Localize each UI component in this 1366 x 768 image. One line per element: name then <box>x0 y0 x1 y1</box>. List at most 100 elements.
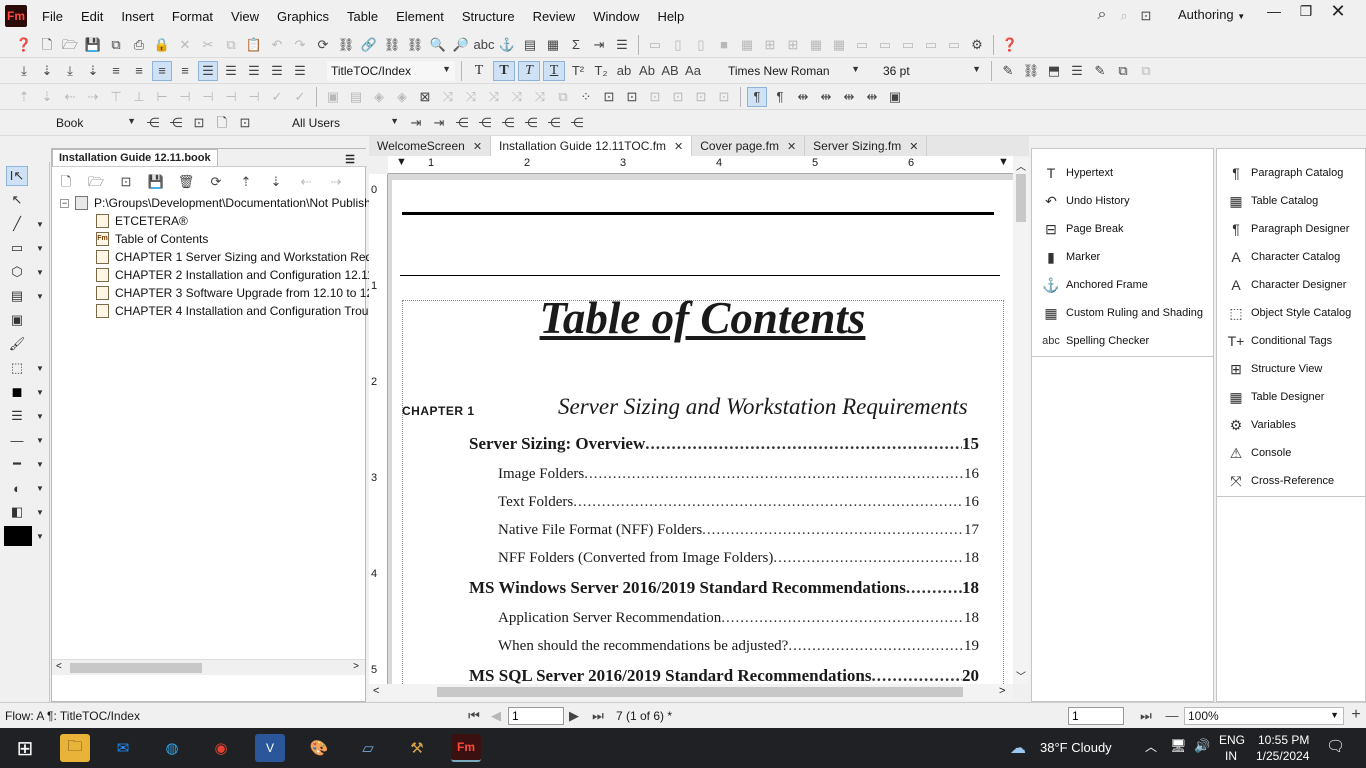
toc-entry[interactable]: NFF Folders (Converted from Image Folder… <box>498 550 979 567</box>
new-icon[interactable]: 🗋 <box>37 35 57 55</box>
panel-cross-reference[interactable]: ⤧ Cross-Reference <box>1225 470 1334 492</box>
panel-structure-view[interactable]: ⊞ Structure View <box>1225 358 1322 380</box>
move-up-book-icon[interactable]: ⇡ <box>236 171 256 191</box>
add-group-icon[interactable]: ⊡ <box>116 171 136 191</box>
numbered-list-icon[interactable]: ☰ <box>612 35 632 55</box>
toc-entry[interactable]: Text Folders............................… <box>498 494 979 511</box>
font-size-select[interactable]: 36 pt ▼ <box>879 61 985 81</box>
document-page[interactable]: Table of Contents CHAPTER 1 Server Sizin… <box>392 180 1013 684</box>
text-frame-2-icon[interactable]: ⇹ <box>816 87 836 107</box>
tag-4-icon[interactable]: 🗋 <box>212 113 232 133</box>
pilcrow-2-icon[interactable]: ¶ <box>770 87 790 107</box>
import-icon[interactable]: ⬒ <box>1044 61 1064 81</box>
tag-5-icon[interactable]: ⊡ <box>235 113 255 133</box>
toc-entry[interactable]: Image Folders...........................… <box>498 466 979 483</box>
clock-date[interactable]: 1/25/2024 <box>1256 749 1309 763</box>
menu-review[interactable]: Review <box>524 0 585 32</box>
tray-chevron-icon[interactable]: ︿ <box>1145 738 1157 755</box>
page-number-input[interactable] <box>508 707 564 725</box>
anchor-icon[interactable]: ⚓ <box>497 35 517 55</box>
text-frame-3-icon[interactable]: ⇹ <box>839 87 859 107</box>
book-tab[interactable]: Installation Guide 12.11.book <box>52 149 218 166</box>
all-caps-icon[interactable]: AB <box>660 61 680 81</box>
scroll-left-icon[interactable]: < <box>373 685 379 697</box>
volume-icon[interactable]: 🔊 <box>1194 738 1210 754</box>
track-4-icon[interactable]: ⋲ <box>475 113 495 133</box>
link-doc-icon[interactable]: ⛓ <box>1021 61 1041 81</box>
panel-undo-history[interactable]: ↶ Undo History <box>1040 190 1129 212</box>
text-frame-tool-icon[interactable]: ▤ <box>6 286 28 306</box>
compare-icon[interactable]: ⧉ <box>1113 61 1133 81</box>
menu-structure[interactable]: Structure <box>453 0 524 32</box>
font-select[interactable]: Times New Roman ▼ <box>724 61 864 81</box>
minimize-button[interactable]: — <box>1258 0 1290 22</box>
track-7-icon[interactable]: ⋲ <box>544 113 564 133</box>
overprint-icon[interactable]: ◧ <box>6 502 28 522</box>
clock-time[interactable]: 10:55 PM <box>1258 733 1309 747</box>
title-case-icon[interactable]: Aa <box>683 61 703 81</box>
small-caps-icon[interactable]: ab <box>614 61 634 81</box>
align-base-icon[interactable]: ⇣ <box>83 61 103 81</box>
tab-cover[interactable]: Cover page.fm ✕ <box>692 136 806 156</box>
book-item-chapter-3[interactable]: CHAPTER 3 Software Upgrade from 12.10 to… <box>96 284 389 302</box>
add-folder-icon[interactable]: 🗁 <box>86 171 106 191</box>
spacing-double-icon[interactable]: ☰ <box>244 61 264 81</box>
panel-page-break[interactable]: ⊟ Page Break <box>1040 218 1123 240</box>
paint-tool-icon[interactable]: 🖌 <box>6 334 28 354</box>
line-tool-icon[interactable]: ╱ <box>6 214 28 234</box>
image-icon[interactable]: ▣ <box>885 87 905 107</box>
menu-element[interactable]: Element <box>387 0 453 32</box>
marquee-tool-icon[interactable]: ⬚ <box>6 358 28 378</box>
tab-toc[interactable]: Installation Guide 12.11TOC.fm ✕ <box>491 136 693 156</box>
tab-welcome[interactable]: WelcomeScreen ✕ <box>369 136 492 156</box>
next-page-icon[interactable]: ▶ <box>564 705 584 725</box>
panel-marker[interactable]: ▮ Marker <box>1040 246 1100 268</box>
plain-text-button[interactable]: T <box>468 61 490 81</box>
visio-icon[interactable]: V <box>255 734 285 762</box>
book-root[interactable]: − P:\Groups\Development\Documentation\No… <box>60 194 388 212</box>
panel-anchored-frame[interactable]: ⚓ Anchored Frame <box>1040 274 1148 296</box>
find-icon[interactable]: 🔍 <box>428 35 448 55</box>
weather-text[interactable]: 38°F Cloudy <box>1040 740 1112 755</box>
caps-icon[interactable]: Ab <box>637 61 657 81</box>
panel-conditional-tags[interactable]: T+ Conditional Tags <box>1225 330 1333 352</box>
scroll-down-icon[interactable]: ﹀ <box>1016 668 1026 683</box>
help-icon[interactable]: ❓ <box>14 35 34 55</box>
add-file-icon[interactable]: 🗋 <box>56 171 76 191</box>
menu-help[interactable]: Help <box>648 0 693 32</box>
panel-character-designer[interactable]: A Character Designer <box>1225 274 1346 296</box>
dash-icon[interactable]: ━ <box>6 454 28 474</box>
track-8-icon[interactable]: ⋲ <box>567 113 587 133</box>
save-all-icon[interactable]: ⧉ <box>106 35 126 55</box>
subscript-icon[interactable]: T₂ <box>591 61 611 81</box>
toc-entry[interactable]: Native File Format (NFF) Folders........… <box>498 522 979 539</box>
close-tab-icon[interactable]: ✕ <box>909 140 918 153</box>
workspace-switcher[interactable]: Authoring ▼ <box>1178 7 1245 22</box>
frame-icon[interactable]: ⊡ <box>1136 5 1156 25</box>
notepad-icon[interactable]: ▱ <box>353 734 383 762</box>
toolbox-icon[interactable]: ⚒ <box>402 734 432 762</box>
menu-table[interactable]: Table <box>338 0 387 32</box>
book-item-chapter-2[interactable]: CHAPTER 2 Installation and Configuration… <box>96 266 374 284</box>
line-end-icon[interactable]: — <box>6 430 28 450</box>
list-icon[interactable]: ☰ <box>1067 61 1087 81</box>
last-page-icon[interactable]: ⏭ <box>588 705 608 725</box>
align-top-icon[interactable]: ⤓ <box>14 61 34 81</box>
spacing-fixed-icon[interactable]: ☰ <box>290 61 310 81</box>
spacing-1-5-icon[interactable]: ☰ <box>221 61 241 81</box>
underline-button[interactable]: T <box>543 60 565 81</box>
close-button[interactable]: ✕ <box>1322 0 1354 22</box>
align-bottom-icon[interactable]: ⤓ <box>60 61 80 81</box>
crop-icon[interactable]: ⊠ <box>415 87 435 107</box>
tab-server-sizing[interactable]: Server Sizing.fm ✕ <box>805 136 928 156</box>
table-icon[interactable]: ▦ <box>543 35 563 55</box>
panel-character-catalog[interactable]: A Character Catalog <box>1225 246 1340 268</box>
scroll-right-icon[interactable]: > <box>999 685 1005 697</box>
save-icon[interactable]: 💾 <box>83 35 103 55</box>
paste-icon[interactable]: 📋 <box>244 35 264 55</box>
align-justify-icon[interactable]: ≡ <box>175 61 195 81</box>
help-2-icon[interactable]: ❓ <box>1000 35 1020 55</box>
language-code[interactable]: ENG <box>1219 733 1245 747</box>
spell-icon[interactable]: abc <box>474 35 495 55</box>
frame-obj-icon[interactable]: ⊡ <box>599 87 619 107</box>
